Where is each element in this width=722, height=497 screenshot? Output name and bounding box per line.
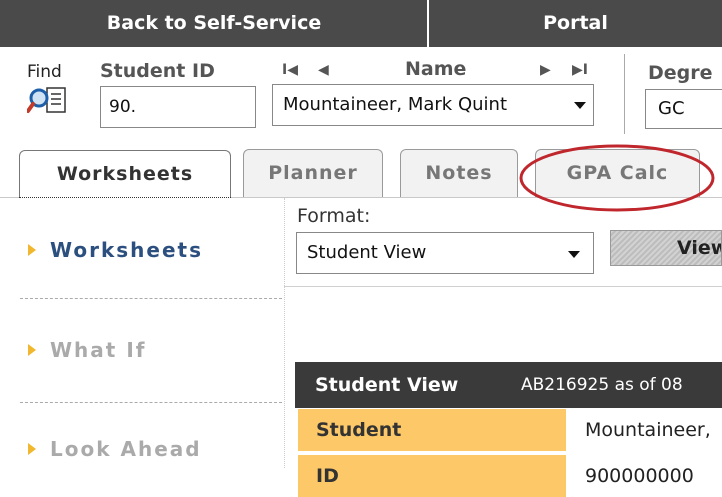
- row-label: ID: [298, 455, 566, 497]
- format-divider: [284, 286, 722, 287]
- view-button-label: View: [677, 237, 721, 259]
- sidebar-divider: [20, 402, 282, 403]
- tab-planner[interactable]: Planner: [243, 149, 383, 197]
- sidebar-item-label: What If: [50, 338, 147, 362]
- active-tab-indicator: [19, 191, 231, 198]
- student-view-info: AB216925 as of 08: [521, 375, 683, 395]
- table-row: Student Mountaineer,: [295, 409, 722, 451]
- sidebar-divider: [20, 298, 282, 299]
- student-id-value: 90.: [109, 97, 137, 117]
- tab-notes[interactable]: Notes: [400, 149, 518, 197]
- row-label: Student: [298, 409, 566, 451]
- bullet-arrow-icon: [28, 443, 36, 455]
- sidebar-item-what-if[interactable]: What If: [28, 338, 146, 362]
- back-to-self-service-button[interactable]: Back to Self-Service: [0, 0, 428, 47]
- find-label: Find: [27, 62, 62, 82]
- bullet-arrow-icon: [28, 244, 36, 256]
- find-student-icon[interactable]: [26, 84, 71, 118]
- sidebar-item-label: Look Ahead: [50, 437, 202, 461]
- annotation-circle: [519, 144, 715, 212]
- student-name-value: Mountaineer, Mark Quint: [283, 94, 507, 115]
- header-divider: [624, 54, 625, 134]
- view-button[interactable]: View: [610, 230, 722, 266]
- row-value: 900000000: [585, 465, 694, 487]
- degree-select[interactable]: GC: [645, 89, 722, 129]
- previous-record-icon[interactable]: ◀: [318, 62, 329, 78]
- degree-value: GC: [658, 98, 685, 119]
- chevron-down-icon: [568, 251, 580, 258]
- format-label: Format:: [297, 205, 371, 227]
- student-view-header: Student View AB216925 as of 08: [295, 362, 722, 408]
- row-value: Mountaineer,: [585, 419, 711, 441]
- table-row: ID 900000000: [295, 455, 722, 497]
- format-value: Student View: [307, 242, 427, 263]
- bullet-arrow-icon: [28, 344, 36, 356]
- chevron-down-icon: [574, 102, 586, 109]
- first-record-icon[interactable]: I◀: [282, 62, 298, 78]
- sidebar-item-worksheets[interactable]: Worksheets: [28, 238, 203, 262]
- degree-label: Degre: [648, 62, 713, 84]
- student-id-label: Student ID: [100, 60, 215, 82]
- format-select[interactable]: Student View: [296, 232, 594, 274]
- portal-button[interactable]: Portal: [429, 0, 722, 47]
- sidebar-item-look-ahead[interactable]: Look Ahead: [28, 437, 202, 461]
- student-name-select[interactable]: Mountaineer, Mark Quint: [272, 84, 594, 126]
- student-view-title: Student View: [315, 374, 459, 396]
- next-record-icon[interactable]: ▶: [540, 62, 551, 78]
- top-nav-bar: Back to Self-Service Portal: [0, 0, 722, 47]
- name-label: Name: [405, 58, 467, 80]
- sidebar-item-label: Worksheets: [50, 238, 203, 262]
- last-record-icon[interactable]: ▶I: [572, 62, 588, 78]
- student-id-input[interactable]: 90.: [100, 86, 256, 128]
